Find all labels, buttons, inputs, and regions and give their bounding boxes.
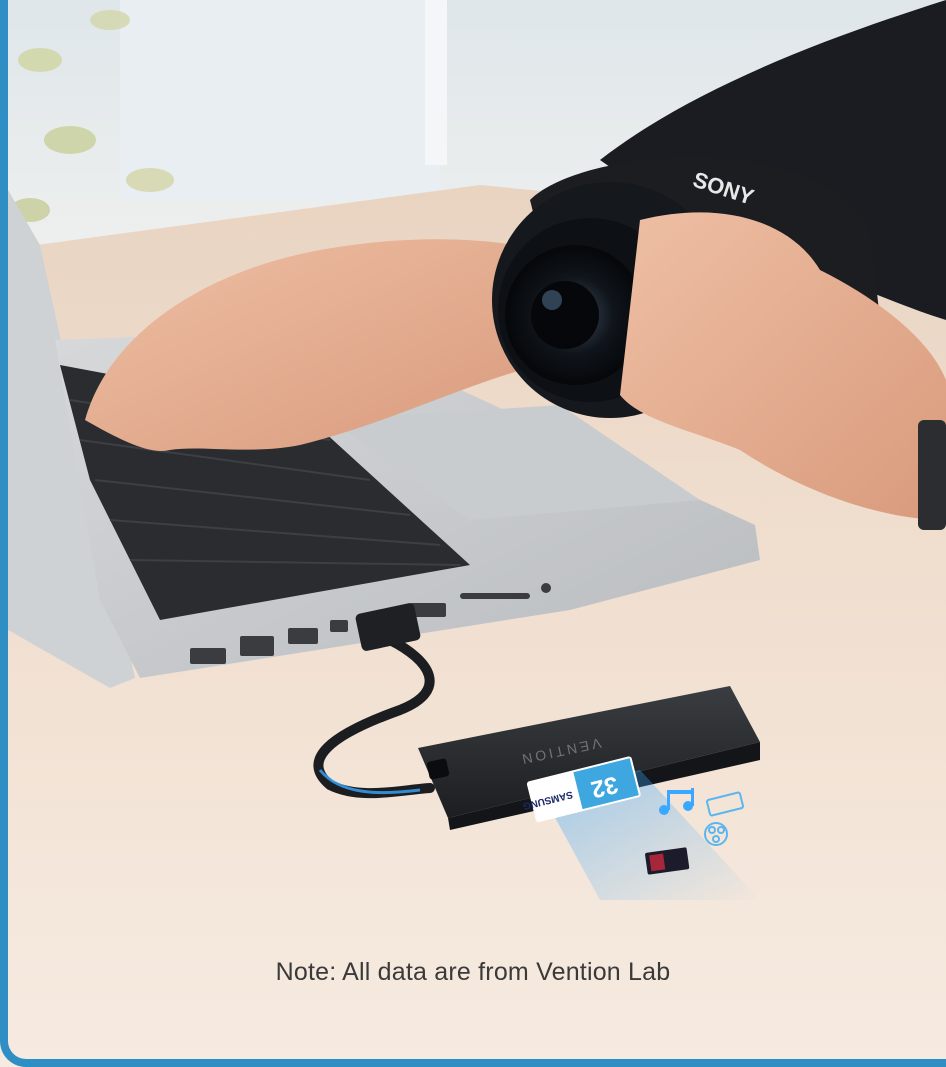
product-scene: SONY VENTION 32 SAMSUNG (0, 0, 946, 1067)
window-pane (120, 0, 440, 200)
note-text: Note: All data are from Vention Lab (275, 958, 671, 986)
window-frame (425, 0, 447, 165)
watch (918, 420, 946, 530)
product-photo-frame: SONY VENTION 32 SAMSUNG Note: All data a… (0, 0, 946, 1067)
